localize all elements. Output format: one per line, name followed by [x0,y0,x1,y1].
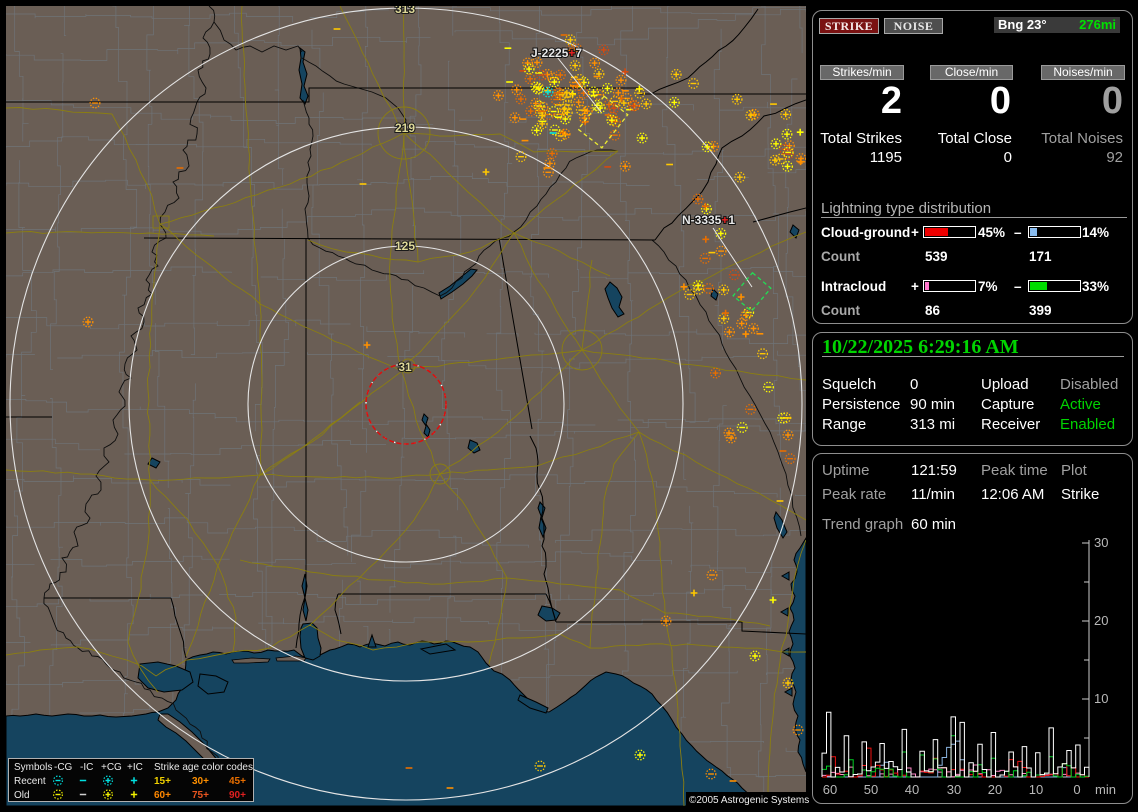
svg-text:J-2225+7: J-2225+7 [531,46,582,60]
svg-text:-CG: -CG [54,762,73,773]
svg-text:90+: 90+ [229,790,246,801]
svg-text:15+: 15+ [154,776,171,787]
svg-text:-IC: -IC [80,762,93,773]
svg-text:60+: 60+ [154,790,171,801]
svg-text:31: 31 [398,360,412,374]
svg-text:45+: 45+ [229,776,246,787]
svg-text:+IC: +IC [127,762,143,773]
svg-text:30+: 30+ [192,776,209,787]
svg-text:219: 219 [395,121,415,135]
svg-text:Strike age color codes: Strike age color codes [154,762,253,773]
svg-text:+CG: +CG [101,762,122,773]
svg-text:N-3335+1: N-3335+1 [682,213,735,227]
svg-text:Recent: Recent [14,776,46,787]
svg-text:75+: 75+ [192,790,209,801]
svg-text:Symbols: Symbols [14,762,52,773]
svg-text:313: 313 [395,6,415,16]
svg-text:Old: Old [14,790,30,801]
svg-text:125: 125 [395,239,415,253]
